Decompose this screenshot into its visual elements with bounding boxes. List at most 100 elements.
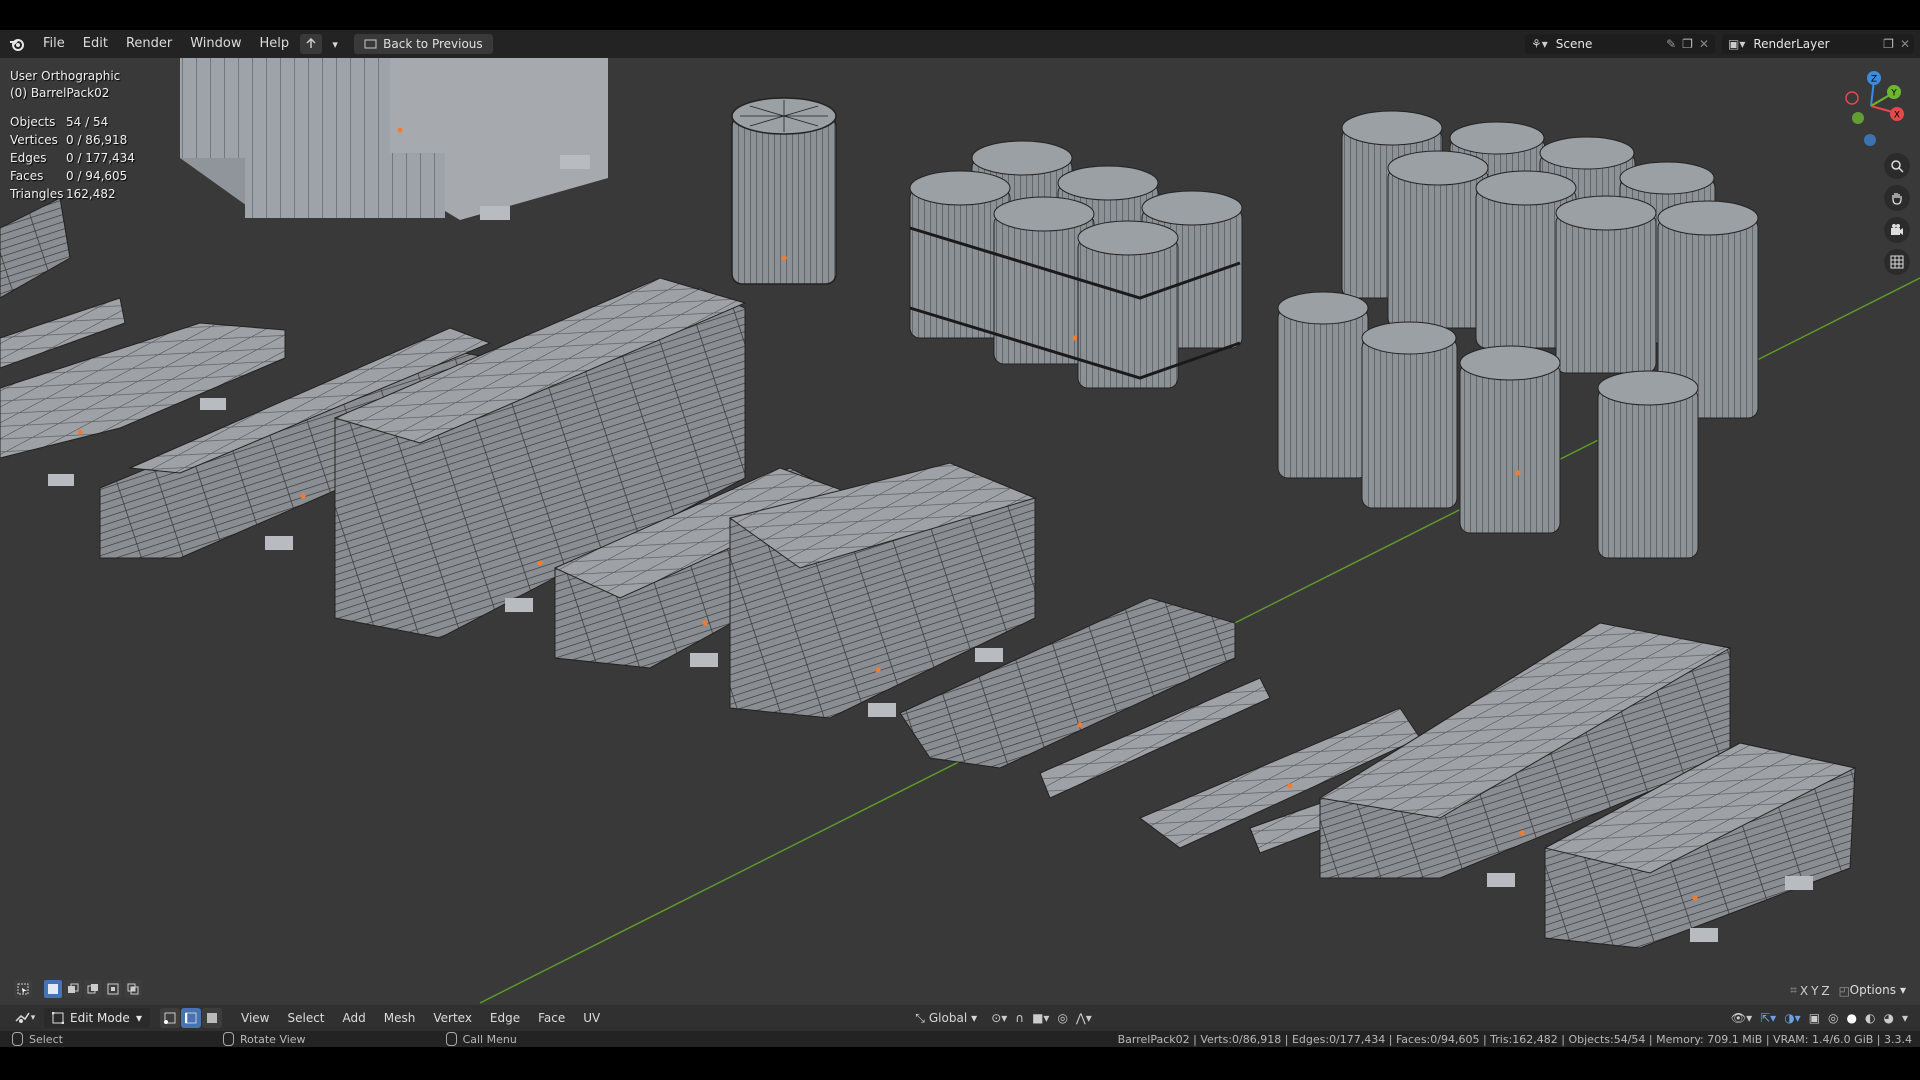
gizmo-x-label: X	[1894, 111, 1900, 121]
grid-icon[interactable]	[1884, 249, 1910, 275]
tool-cursor-icon[interactable]	[14, 980, 32, 998]
stat-label: Triangles	[10, 187, 64, 201]
options-dropdown[interactable]: Options ▾	[1842, 980, 1914, 1000]
solid-shading-icon[interactable]: ●	[1847, 1011, 1857, 1025]
close-scene-icon[interactable]: ✕	[1699, 37, 1709, 51]
options-label: Options	[1849, 983, 1896, 997]
axis-toggle-x[interactable]: X	[1800, 984, 1808, 998]
header-menu-uv[interactable]: UV	[574, 1005, 609, 1031]
falloff-icon[interactable]: ⋀▾	[1076, 1011, 1092, 1025]
stat-value: 0 / 86,918	[66, 133, 128, 147]
select-element-mode	[160, 1008, 222, 1028]
3d-viewport[interactable]: User Orthographic (0) BarrelPack02 Objec…	[0, 58, 1920, 1010]
xray-toggle-icon[interactable]: ▣	[1809, 1011, 1820, 1025]
status-hint-menu: Call Menu	[445, 1032, 517, 1046]
pivot-point-icon[interactable]: ⊙▾	[991, 1011, 1007, 1025]
menu-file[interactable]: File	[34, 30, 74, 58]
new-layer-icon[interactable]: ❐	[1883, 37, 1894, 51]
chevron-down-icon: ▾	[971, 1011, 978, 1025]
gizmo-neg-y[interactable]	[1852, 112, 1864, 124]
scene-selector[interactable]: ⚘▾ Scene ✎ ❐ ✕	[1525, 34, 1715, 54]
barrel-pack-02	[1277, 110, 1759, 559]
face-select-icon[interactable]	[202, 1008, 222, 1028]
status-hint-rotate: Rotate View	[222, 1032, 306, 1046]
material-shading-icon[interactable]: ◐	[1865, 1011, 1875, 1025]
visibility-icon[interactable]: 👁▾	[1731, 1011, 1752, 1025]
editor-type-icon[interactable]: ▾	[10, 1008, 40, 1028]
proportional-edit-icon[interactable]: ◎	[1057, 1011, 1067, 1025]
edit-mode-icon	[52, 1012, 64, 1024]
mouse-right-icon	[445, 1032, 457, 1046]
mode-label: Edit Mode	[70, 1011, 130, 1025]
crate-stack	[180, 58, 608, 220]
workspace-dropdown-chevron-icon[interactable]: ▾	[324, 34, 346, 54]
snap-target-icon[interactable]: ■▾	[1032, 1011, 1049, 1025]
header-menu-vertex[interactable]: Vertex	[424, 1005, 481, 1031]
scene-name: Scene	[1555, 37, 1593, 51]
snap-grid-icon[interactable]: ⌗	[1790, 983, 1797, 998]
header-menu-mesh[interactable]: Mesh	[375, 1005, 425, 1031]
single-barrel	[731, 97, 837, 285]
scene-icon: ⚘▾	[1531, 37, 1548, 51]
navigation-gizmo[interactable]: Z Y X	[1836, 68, 1906, 148]
rendered-shading-icon[interactable]: ◕	[1883, 1011, 1893, 1025]
header-menu-select[interactable]: Select	[278, 1005, 333, 1031]
menu-edit[interactable]: Edit	[74, 30, 117, 58]
header-menu-add[interactable]: Add	[334, 1005, 375, 1031]
snap-magnet-icon[interactable]: ∩	[1015, 1011, 1024, 1025]
gizmo-neg-x[interactable]	[1845, 91, 1859, 105]
close-layer-icon[interactable]: ✕	[1900, 37, 1910, 51]
transform-orientation[interactable]: ⤡ Global ▾	[915, 1011, 977, 1026]
bottom-letterbox	[0, 1047, 1920, 1080]
header-menu-face[interactable]: Face	[529, 1005, 574, 1031]
zoom-icon[interactable]	[1884, 153, 1910, 179]
blender-logo-icon[interactable]	[0, 30, 34, 58]
overlay-toggle-icon[interactable]: ◑▾	[1784, 1011, 1801, 1025]
select-extend-icon[interactable]	[64, 980, 82, 998]
axis-toggle-z[interactable]: Z	[1821, 984, 1829, 998]
render-layer-selector[interactable]: ▣▾ RenderLayer ❐ ✕	[1722, 34, 1914, 54]
menu-window[interactable]: Window	[181, 30, 250, 58]
stat-value: 54 / 54	[66, 115, 109, 129]
screen-icon	[364, 39, 377, 48]
axis-toggle-y[interactable]: Y	[1811, 984, 1818, 998]
pan-hand-icon[interactable]	[1884, 185, 1910, 211]
stat-label: Edges	[10, 151, 47, 165]
status-hint-select: Select	[12, 1032, 63, 1046]
camera-icon[interactable]	[1884, 217, 1910, 243]
pin-icon[interactable]: ✎	[1666, 37, 1676, 51]
scene-geometry	[0, 58, 1920, 1004]
gizmo-neg-z[interactable]	[1864, 134, 1876, 146]
gizmo-toggle-icon[interactable]: ⇱▾	[1760, 1011, 1776, 1025]
status-bar: Select Rotate View Call Menu BarrelPack0…	[0, 1031, 1920, 1047]
status-scene-info: BarrelPack02 | Verts:0/86,918 | Edges:0/…	[1117, 1032, 1912, 1046]
stat-value: 0 / 177,434	[66, 151, 135, 165]
stat-label: Faces	[10, 169, 44, 183]
vertex-select-icon[interactable]	[160, 1008, 180, 1028]
header-menu-edge[interactable]: Edge	[481, 1005, 529, 1031]
workspace-upload-icon[interactable]	[300, 34, 323, 54]
shading-dropdown-icon[interactable]: ▾	[1902, 1011, 1908, 1025]
mouse-left-icon	[12, 1032, 23, 1046]
stat-value: 162,482	[66, 187, 116, 201]
barrel-pack-01	[909, 140, 1243, 389]
select-intersect-icon[interactable]	[124, 980, 142, 998]
header-menu-view[interactable]: View	[232, 1005, 278, 1031]
chevron-down-icon: ▾	[1899, 983, 1906, 997]
render-layer-name: RenderLayer	[1753, 37, 1830, 51]
3d-view-header: ▾ Edit Mode ▾ View Select Add Mesh Verte…	[0, 1005, 1920, 1031]
orientation-icon: ⤡	[915, 1010, 925, 1025]
select-subtract-icon[interactable]	[84, 980, 102, 998]
wireframe-shading-icon[interactable]: ◎	[1828, 1011, 1838, 1025]
new-scene-icon[interactable]: ❐	[1682, 37, 1693, 51]
select-set-icon[interactable]	[44, 980, 62, 998]
menu-render[interactable]: Render	[117, 30, 181, 58]
back-to-previous-button[interactable]: Back to Previous	[354, 34, 493, 54]
status-select-label: Select	[29, 1032, 63, 1046]
select-invert-icon[interactable]	[104, 980, 122, 998]
mode-selector[interactable]: Edit Mode ▾	[44, 1008, 150, 1028]
gizmo-y-label: Y	[1890, 89, 1897, 99]
render-layer-icon: ▣▾	[1728, 37, 1746, 51]
menu-help[interactable]: Help	[251, 30, 299, 58]
edge-select-icon[interactable]	[181, 1008, 201, 1028]
